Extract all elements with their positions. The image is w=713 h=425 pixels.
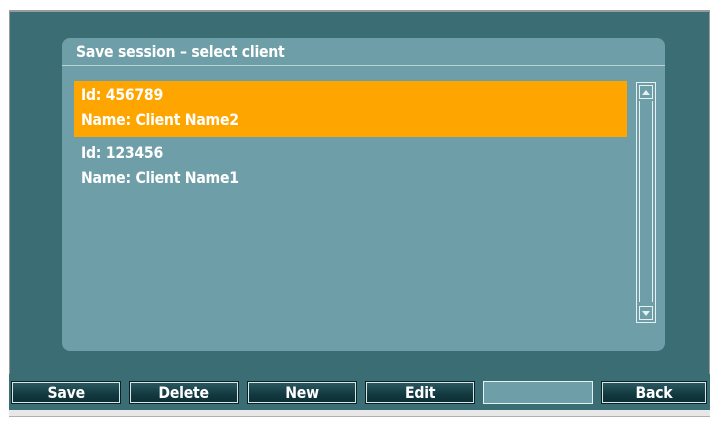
edit-button-label: Edit bbox=[404, 383, 436, 402]
screen: Save session – select client Id: 456789 … bbox=[9, 10, 710, 376]
client-name: Name: Client Name2 bbox=[81, 110, 239, 129]
delete-button[interactable]: Delete bbox=[129, 381, 239, 404]
new-button-label: New bbox=[285, 383, 319, 402]
triangle-down-icon bbox=[642, 311, 650, 316]
save-button[interactable]: Save bbox=[11, 381, 121, 404]
delete-button-label: Delete bbox=[158, 383, 210, 402]
list-scrollbar[interactable] bbox=[636, 82, 656, 323]
dialog-title: Save session – select client bbox=[76, 42, 285, 61]
save-button-label: Save bbox=[47, 383, 85, 402]
back-button[interactable]: Back bbox=[601, 381, 707, 404]
empty-function-key bbox=[483, 381, 593, 404]
triangle-up-icon bbox=[642, 90, 650, 95]
back-button-label: Back bbox=[635, 383, 673, 402]
client-id: Id: 123456 bbox=[81, 143, 164, 162]
edit-button[interactable]: Edit bbox=[365, 381, 475, 404]
scroll-track[interactable] bbox=[639, 101, 653, 302]
client-name: Name: Client Name1 bbox=[81, 168, 239, 187]
device-bottom-bezel bbox=[9, 410, 710, 417]
scroll-up-button[interactable] bbox=[639, 85, 653, 99]
client-list: Id: 456789 Name: Client Name2 Id: 123456… bbox=[74, 81, 640, 341]
select-client-dialog: Save session – select client Id: 456789 … bbox=[62, 38, 665, 351]
client-id: Id: 456789 bbox=[81, 85, 164, 104]
title-divider bbox=[62, 65, 665, 66]
function-key-bar: Save Delete New Edit Back bbox=[9, 374, 710, 410]
new-button[interactable]: New bbox=[247, 381, 357, 404]
client-list-item[interactable]: Id: 123456 Name: Client Name1 bbox=[74, 139, 627, 195]
client-list-item-selected[interactable]: Id: 456789 Name: Client Name2 bbox=[74, 81, 627, 137]
device-frame: Save session – select client Id: 456789 … bbox=[0, 0, 713, 425]
scroll-down-button[interactable] bbox=[639, 306, 653, 320]
